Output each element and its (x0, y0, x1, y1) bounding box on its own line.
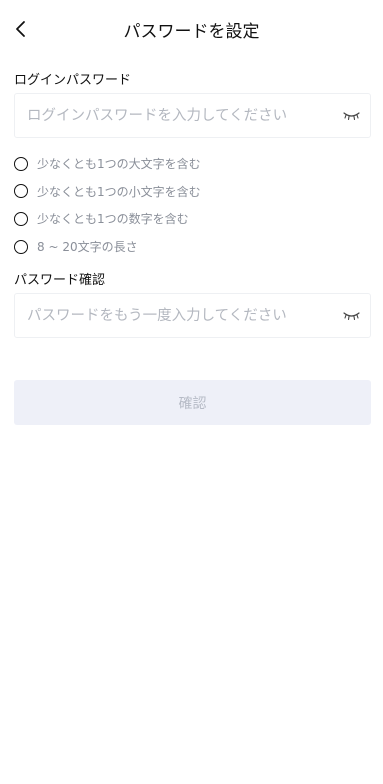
requirement-lowercase: 少なくとも1つの小文字を含む (14, 178, 371, 206)
requirement-status-icon (14, 184, 28, 199)
requirement-number: 少なくとも1つの数字を含む (14, 205, 371, 233)
page-title: パスワードを設定 (123, 22, 260, 42)
password-label: ログインパスワード (14, 73, 132, 88)
requirement-length: 8 ~ 20文字の長さ (14, 233, 371, 261)
confirm-password-field (14, 293, 371, 338)
password-field (14, 93, 371, 138)
requirement-status-icon (14, 211, 28, 226)
requirement-status-icon (14, 239, 28, 254)
password-input[interactable] (15, 94, 336, 137)
requirement-status-icon (14, 156, 28, 171)
requirement-text: 8 ~ 20文字の長さ (37, 240, 138, 255)
eye-closed-icon (342, 111, 360, 120)
requirement-text: 少なくとも1つの小文字を含む (37, 184, 201, 199)
confirm-button[interactable]: 確認 (14, 380, 371, 425)
requirement-uppercase: 少なくとも1つの大文字を含む (14, 150, 371, 178)
eye-closed-icon (342, 311, 360, 320)
requirement-text: 少なくとも1つの数字を含む (37, 212, 189, 227)
requirement-text: 少なくとも1つの大文字を含む (37, 157, 201, 172)
confirm-password-input[interactable] (15, 294, 336, 337)
header: パスワードを設定 (0, 0, 383, 58)
toggle-password-visibility-button[interactable] (336, 94, 366, 137)
set-password-screen: パスワードを設定 ログインパスワード 少なくとも1つの大文字を含む 少なくとも1… (0, 0, 383, 784)
password-requirements: 少なくとも1つの大文字を含む 少なくとも1つの小文字を含む 少なくとも1つの数字… (14, 150, 371, 260)
confirm-password-label: パスワード確認 (14, 273, 106, 288)
toggle-confirm-visibility-button[interactable] (336, 294, 366, 337)
